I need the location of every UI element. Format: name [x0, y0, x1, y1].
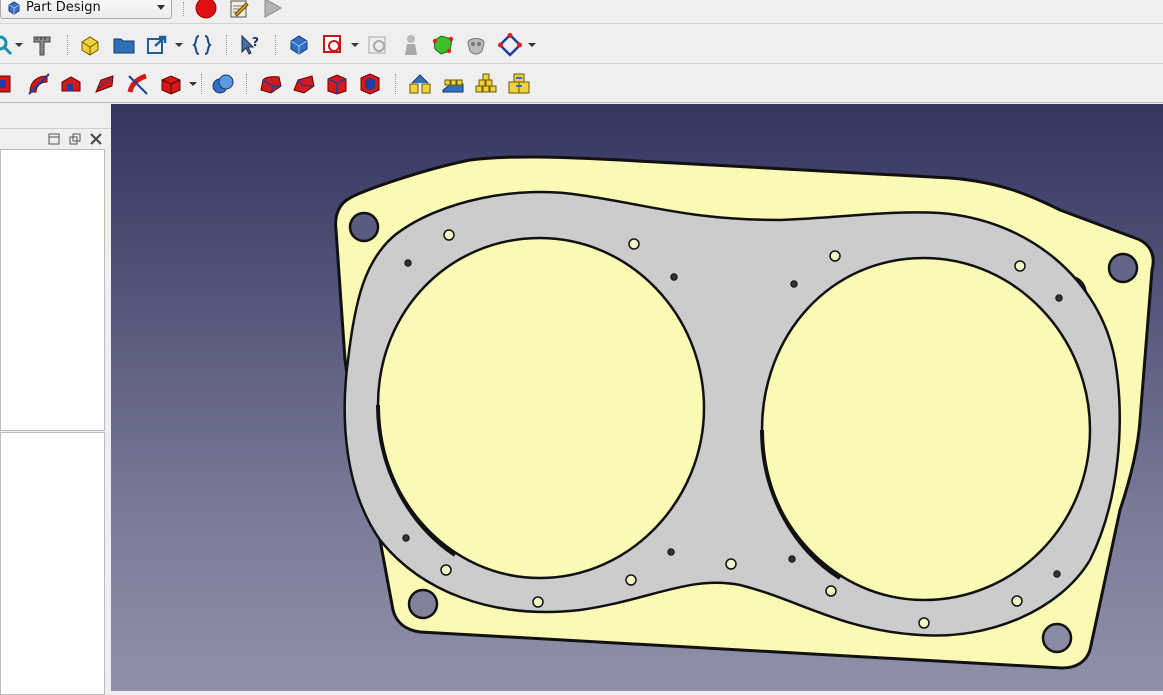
expression-icon [192, 35, 212, 55]
loft-icon [95, 75, 114, 93]
subshape-binder-button[interactable] [462, 31, 490, 59]
workbench-selector[interactable]: Part Design [0, 0, 172, 19]
chevron-down-icon[interactable] [351, 43, 359, 47]
macro-edit-icon [230, 0, 249, 18]
model-view [334, 155, 1155, 670]
partdesign-toolbar [0, 65, 1163, 103]
combo-view-panel [0, 104, 111, 695]
macro-edit-button[interactable] [225, 0, 253, 22]
toolbar-separator [395, 74, 398, 94]
macro-record-button[interactable] [192, 0, 220, 22]
chevron-down-icon[interactable] [175, 43, 183, 47]
chevron-down-icon[interactable] [528, 43, 536, 47]
toolbar-separator [246, 74, 249, 94]
loft-button[interactable] [91, 70, 119, 98]
additive-primitive-button[interactable] [157, 70, 185, 98]
chevron-down-icon [157, 5, 165, 10]
boolean-icon [212, 74, 234, 94]
macro-record-icon [195, 0, 217, 19]
fillet-button[interactable] [257, 70, 285, 98]
macro-play-button[interactable] [258, 0, 286, 22]
workbench-toolbar: Part Design [0, 0, 1163, 24]
toolbar-separator [275, 35, 278, 55]
part-button[interactable] [76, 31, 104, 59]
sketch-button[interactable] [319, 31, 347, 59]
part-design-icon [8, 0, 20, 15]
multitransform-button[interactable] [505, 70, 533, 98]
datum-plane-icon [498, 33, 522, 57]
linear-pattern-button[interactable] [439, 70, 467, 98]
body-button[interactable] [285, 31, 313, 59]
property-view[interactable] [0, 432, 105, 695]
thickness-button[interactable] [356, 70, 384, 98]
revolution-icon [28, 73, 50, 95]
expression-button[interactable] [188, 31, 216, 59]
toolbar-separator [183, 2, 186, 16]
validate-sketch-button[interactable] [364, 31, 392, 59]
measure-button[interactable] [28, 31, 56, 59]
zoom-icon [0, 35, 13, 56]
linear-pattern-icon [442, 79, 464, 93]
pocket-button[interactable] [0, 70, 14, 98]
macro-play-icon [264, 0, 283, 18]
chamfer-icon [293, 75, 315, 94]
sketch-icon [323, 35, 341, 53]
sweep-button[interactable] [124, 70, 152, 98]
group-icon [113, 38, 135, 54]
datum-plane-button[interactable] [496, 31, 524, 59]
polar-pattern-icon [475, 73, 497, 93]
group-button[interactable] [110, 31, 138, 59]
chamfer-button[interactable] [290, 70, 318, 98]
body-icon [290, 35, 308, 55]
pocket-icon [0, 75, 11, 93]
toolbar-separator [201, 74, 204, 94]
svg-text:?: ? [252, 35, 259, 49]
toolbar-separator [226, 35, 229, 55]
restore-panel-icon[interactable] [48, 133, 60, 145]
link-icon [147, 35, 167, 54]
model-tree[interactable] [0, 149, 105, 431]
whats-this-icon: ? [241, 34, 259, 55]
measure-icon [33, 36, 51, 56]
workbench-selected-label: Part Design [26, 0, 101, 15]
zoom-button[interactable] [0, 31, 16, 59]
additive-primitive-icon [161, 75, 181, 95]
thickness-icon [360, 73, 380, 95]
shape-binder-icon [432, 35, 454, 55]
sweep-icon [127, 73, 148, 95]
check-geometry-button[interactable] [397, 31, 425, 59]
draft-icon [327, 74, 347, 95]
multitransform-icon [508, 73, 530, 94]
fillet-icon [260, 76, 282, 94]
groove-icon [61, 76, 81, 92]
float-panel-icon[interactable] [69, 133, 81, 145]
validate-sketch-icon [368, 36, 386, 54]
groove-button[interactable] [57, 70, 85, 98]
close-panel-icon[interactable] [90, 133, 102, 145]
part-icon [81, 36, 99, 56]
panel-header [0, 128, 111, 150]
shape-binder-button[interactable] [429, 31, 457, 59]
chevron-down-icon[interactable] [15, 43, 23, 47]
3d-viewport[interactable] [111, 104, 1163, 691]
revolution-button[interactable] [25, 70, 53, 98]
toolbar-separator [67, 35, 70, 55]
check-geometry-icon [405, 35, 417, 55]
panel-tab-strip [0, 104, 111, 129]
boolean-button[interactable] [209, 70, 237, 98]
whats-this-button[interactable]: ? [236, 31, 264, 59]
mirrored-icon [409, 74, 431, 94]
link-button[interactable] [143, 31, 171, 59]
chevron-down-icon[interactable] [189, 82, 197, 86]
subshape-binder-icon [467, 38, 485, 55]
polar-pattern-button[interactable] [472, 70, 500, 98]
view-toolbar: ? [0, 25, 1163, 64]
draft-button[interactable] [323, 70, 351, 98]
mirrored-button[interactable] [406, 70, 434, 98]
